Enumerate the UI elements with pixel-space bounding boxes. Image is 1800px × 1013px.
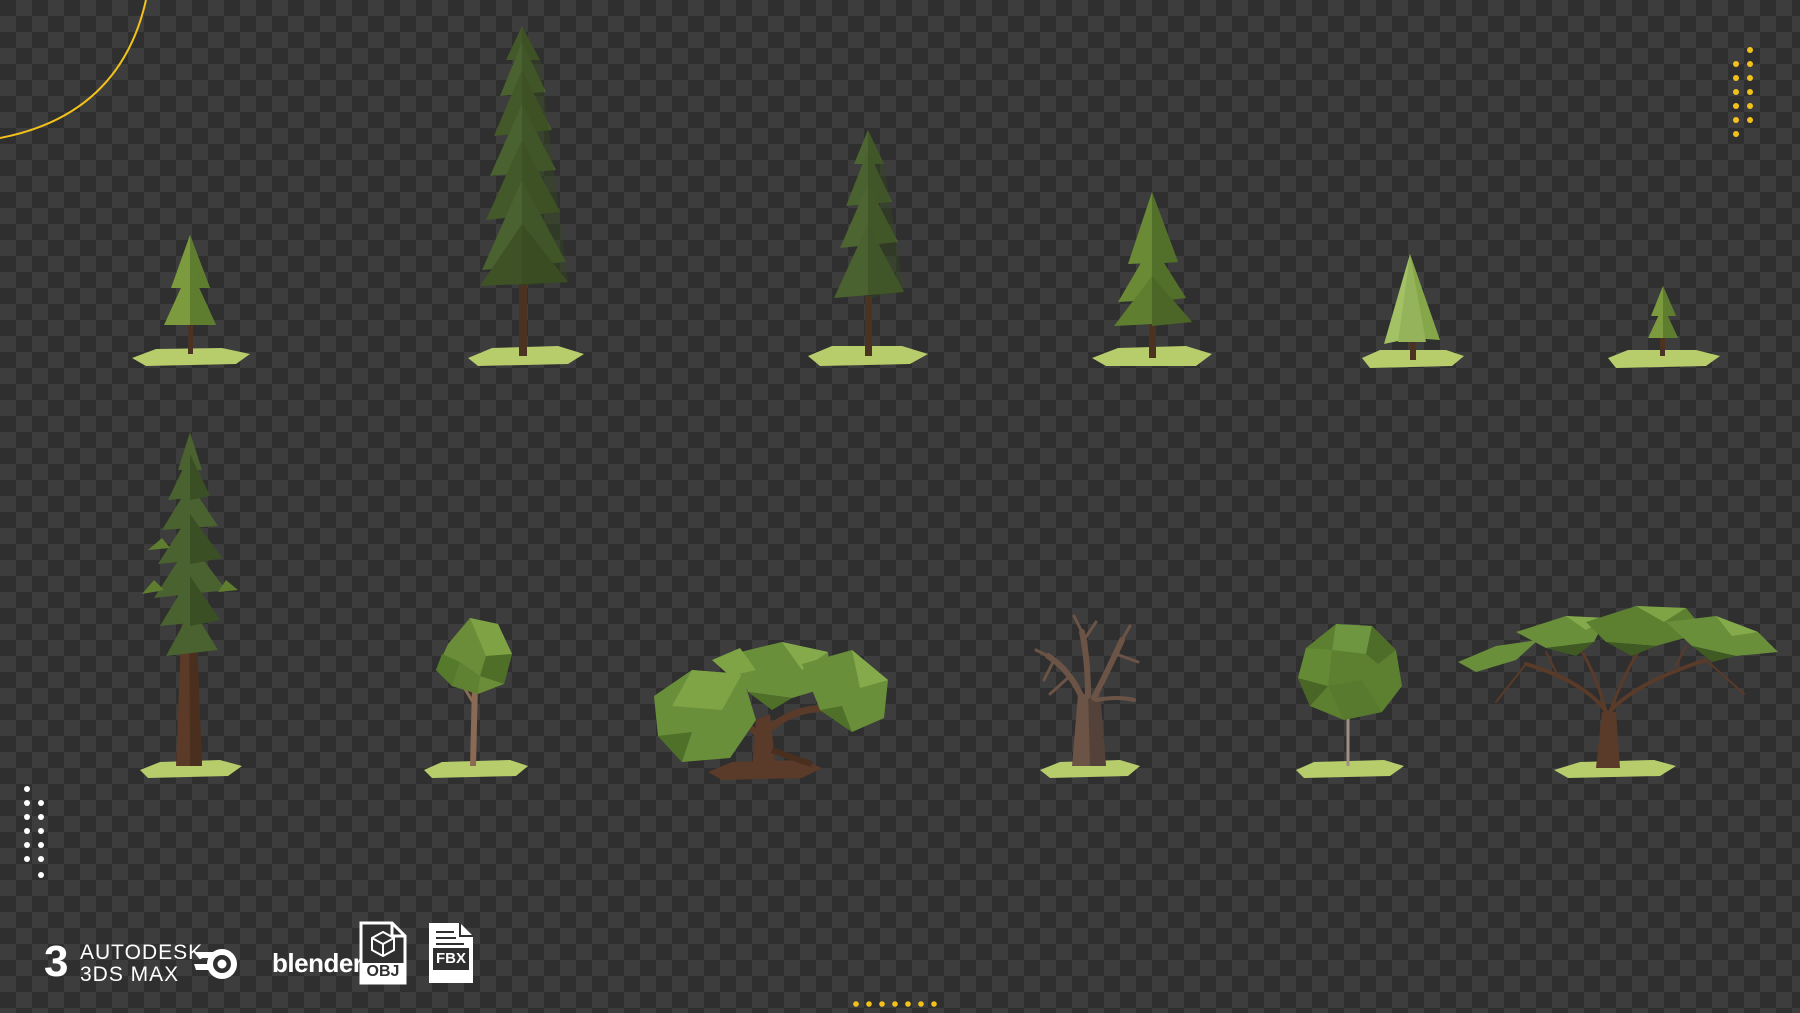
- tree-acacia: [1458, 606, 1778, 778]
- tree-medium-pine: [808, 130, 928, 366]
- blender-icon: [194, 949, 237, 979]
- 3ds-max-logo-number: 3: [44, 937, 69, 986]
- tree-bush: [654, 642, 888, 780]
- transparent-canvas: 3 AUTODESK 3DS MAX blender OBJ FBX: [0, 0, 1800, 1013]
- tree-tiny-pine: [1608, 286, 1720, 368]
- tree-bare: [1034, 614, 1140, 778]
- yellow-arc-decoration: [0, 0, 147, 139]
- white-dots-decoration: [24, 786, 44, 878]
- yellow-dots-decoration: [1733, 47, 1753, 137]
- fbx-file-icon: FBX: [426, 920, 476, 986]
- tree-tall-pine: [468, 26, 584, 366]
- tree-light-cypress: [1362, 254, 1464, 368]
- yellow-dots-bottom-decoration: [853, 1001, 937, 1007]
- tree-round: [1296, 624, 1404, 778]
- fbx-label: FBX: [436, 950, 466, 967]
- tree-cone-pine: [1092, 192, 1212, 366]
- obj-file-icon: OBJ: [358, 920, 408, 986]
- 3ds-max-label-line2: 3DS MAX: [80, 963, 180, 986]
- tree-young-deciduous: [424, 618, 528, 778]
- obj-label: OBJ: [366, 963, 400, 980]
- tree-redwood: [140, 432, 242, 778]
- tree-small-pine: [132, 235, 250, 366]
- software-badges: 3 AUTODESK 3DS MAX blender OBJ FBX: [40, 918, 510, 988]
- 3ds-max-label-line1: AUTODESK: [80, 941, 204, 964]
- blender-label: blender: [272, 948, 363, 978]
